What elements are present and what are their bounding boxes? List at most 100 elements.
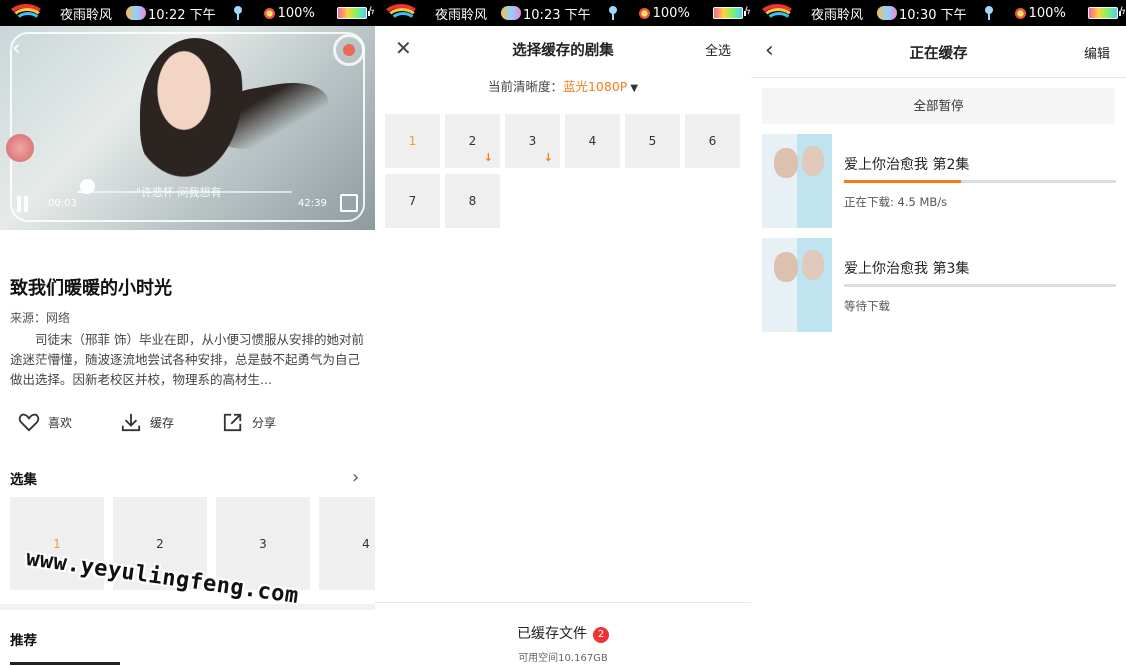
show-description: 司徒末（邢菲 饰）毕业在即，从小便习惯服从安排的她对前途迷茫懵懂，随波逐流地尝试… — [10, 332, 364, 387]
episodes-heading: 选集 — [10, 472, 37, 488]
show-title: 致我们暖暖的小时光 — [10, 278, 172, 299]
select-all-button[interactable]: 全选 — [705, 40, 731, 59]
recommend-underline — [10, 662, 120, 665]
charging-icon: ϟ — [1119, 6, 1126, 17]
download-arrow-icon: ↓ — [543, 151, 553, 164]
record-icon[interactable] — [333, 34, 365, 66]
status-nick: 夜雨聆风 — [60, 7, 113, 23]
cache-label: 缓存 — [150, 415, 175, 430]
video-player[interactable]: ‹ "许悲怀 问我想有 00:03 42:39 — [0, 26, 375, 230]
download-item-name: 爱上你治愈我 第2集 — [844, 157, 970, 173]
rose-decoration-icon — [6, 134, 34, 162]
cache-episode-number: 3 — [528, 134, 537, 148]
status-time: 10:30 下午 — [899, 7, 967, 23]
download-status: 正在下载: 4.5 MB/s — [844, 195, 948, 209]
progress-track[interactable] — [78, 191, 292, 193]
cache-episode-number: 1 — [408, 134, 417, 148]
weather-icon — [126, 6, 147, 20]
poster-calligraphy — [768, 186, 808, 216]
share-button[interactable]: 分享 — [222, 412, 276, 432]
status-bar: 夜雨聆风 10:30 下午 100% ϟ — [751, 0, 1126, 26]
back-arrow-icon[interactable]: ‹ — [12, 36, 21, 61]
poster-thumbnail — [762, 134, 832, 228]
cache-episode-tile[interactable]: 6 — [685, 114, 740, 168]
poster-face-right — [802, 250, 824, 280]
download-icon — [121, 413, 141, 432]
recommend-heading[interactable]: 推荐 — [10, 629, 37, 649]
cache-episode-tile[interactable]: 8 — [445, 174, 500, 228]
poster-face-left — [774, 252, 798, 282]
like-button[interactable]: 喜欢 — [18, 412, 72, 432]
status-time: 10:22 下午 — [148, 7, 216, 23]
cache-episode-number: 4 — [588, 134, 597, 148]
like-label: 喜欢 — [48, 415, 73, 430]
downloading-title: 正在缓存 — [909, 46, 968, 62]
pause-icon[interactable] — [16, 196, 30, 212]
cache-episode-tile[interactable]: 5 — [625, 114, 680, 168]
share-icon — [223, 413, 242, 432]
download-item[interactable]: 爱上你治愈我 第2集 正在下载: 4.5 MB/s — [762, 134, 1116, 228]
chevron-right-icon[interactable]: › — [352, 467, 359, 488]
downloading-screen: 夜雨聆风 10:30 下午 100% ϟ ‹ 正在缓存 编辑 全部暂停 爱上你治… — [751, 0, 1126, 666]
progress-knob[interactable] — [79, 179, 95, 194]
action-row: 喜欢 缓存 分享 — [18, 412, 358, 432]
status-bar: 夜雨聆风 10:23 下午 100% ϟ — [375, 0, 751, 26]
cache-episode-number: 6 — [708, 134, 717, 148]
balloon-icon — [233, 6, 242, 20]
battery-percent: 100% — [1028, 5, 1066, 21]
screenshot-collage: 夜雨聆风 10:22 下午 100% ϟ ‹ "许悲怀 问我想有 00:03 4… — [0, 0, 1126, 666]
download-item-name: 爱上你治愈我 第3集 — [844, 261, 970, 277]
cache-episode-number: 7 — [408, 194, 417, 208]
download-arrow-icon: ↓ — [483, 151, 493, 164]
cache-episode-tile[interactable]: 3 ↓ — [505, 114, 560, 168]
cache-episode-grid: 1 2 ↓ 3 ↓ 4 5 6 7 8 — [385, 114, 745, 234]
cache-button[interactable]: 缓存 — [120, 412, 174, 432]
poster-face-left — [774, 148, 798, 178]
poster-thumbnail — [762, 238, 832, 332]
cache-episode-tile[interactable]: 2 ↓ — [445, 114, 500, 168]
status-nick: 夜雨聆风 — [435, 7, 488, 23]
share-label: 分享 — [252, 415, 277, 430]
weather-icon — [877, 6, 898, 20]
pause-all-button[interactable]: 全部暂停 — [762, 88, 1115, 124]
header-divider — [751, 77, 1126, 78]
available-space: 可用空间10.167GB — [518, 653, 608, 664]
cached-files-footer[interactable]: 已缓存文件 2 可用空间10.167GB — [375, 602, 751, 666]
download-status: 等待下载 — [844, 299, 890, 313]
episode-tile[interactable]: 4 — [319, 497, 375, 590]
cache-episode-tile[interactable]: 1 — [385, 114, 440, 168]
cache-episode-tile[interactable]: 4 — [565, 114, 620, 168]
weather-icon — [501, 6, 522, 20]
current-time: 00:03 — [48, 198, 77, 209]
balloon-icon — [608, 6, 617, 20]
cache-episode-number: 8 — [468, 194, 477, 208]
caret-down-icon: ▼ — [630, 83, 639, 94]
edit-button[interactable]: 编辑 — [1084, 43, 1110, 62]
battery-icon — [713, 7, 746, 19]
unicorn-logo-icon — [375, 0, 429, 26]
download-progress-track — [844, 284, 1116, 287]
battery-icon — [337, 7, 370, 19]
cache-episode-number: 2 — [468, 134, 477, 148]
balloon-icon — [984, 6, 993, 20]
charging-icon: ϟ — [368, 6, 375, 17]
battery-icon — [1088, 7, 1121, 19]
cache-episode-tile[interactable]: 7 — [385, 174, 440, 228]
quality-selector[interactable]: 当前清晰度：蓝光1080P ▼ — [375, 76, 751, 95]
cached-files-button[interactable]: 已缓存文件 2 — [375, 623, 751, 643]
sun-icon — [1014, 7, 1026, 19]
download-progress-track — [844, 180, 1116, 183]
cache-select-screen: 夜雨聆风 10:23 下午 100% ϟ ✕ 选择缓存的剧集 全选 当前清晰度：… — [375, 0, 751, 666]
video-detail-screen: 夜雨聆风 10:22 下午 100% ϟ ‹ "许悲怀 问我想有 00:03 4… — [0, 0, 375, 666]
battery-percent: 100% — [652, 5, 690, 21]
cache-episode-number: 5 — [648, 134, 657, 148]
charging-icon: ϟ — [744, 6, 751, 17]
poster-calligraphy — [768, 290, 808, 320]
cached-count-badge: 2 — [593, 627, 609, 643]
download-progress-fill — [844, 180, 961, 183]
download-item[interactable]: 爱上你治愈我 第3集 等待下载 — [762, 238, 1116, 332]
status-bar: 夜雨聆风 10:22 下午 100% ϟ — [0, 0, 375, 26]
fullscreen-icon[interactable] — [340, 194, 358, 212]
unicorn-logo-icon — [751, 0, 805, 26]
battery-percent: 100% — [277, 5, 315, 21]
